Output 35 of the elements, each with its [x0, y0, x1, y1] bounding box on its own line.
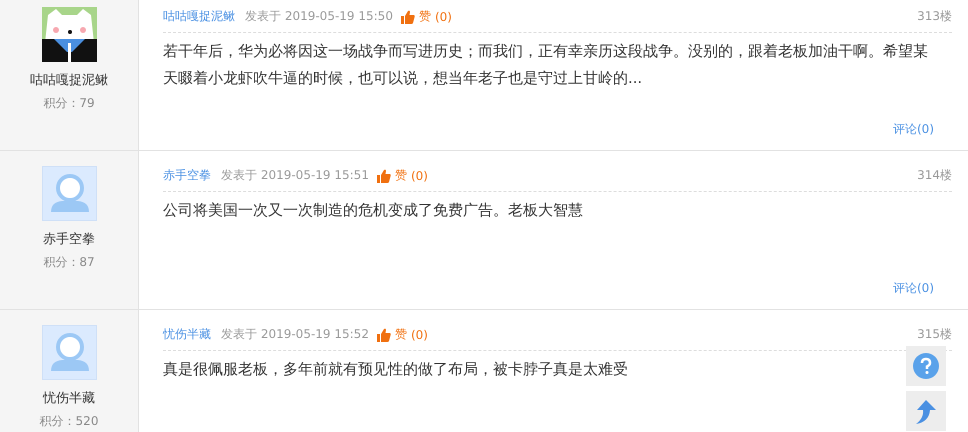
user-points: 积分：87: [43, 254, 95, 271]
thumbs-up-icon[interactable]: [400, 10, 415, 24]
thumbs-up-icon[interactable]: [376, 168, 391, 182]
post-time: 发表于 2019-05-19 15:50: [245, 8, 393, 25]
avatar-icon: [42, 325, 96, 380]
author-link[interactable]: 咕咕嘎捉泥鳅: [163, 8, 235, 25]
help-button[interactable]: [906, 346, 946, 386]
user-points: 积分：79: [43, 95, 95, 112]
like-count: (0): [410, 328, 428, 342]
user-name[interactable]: 赤手空拳: [43, 230, 95, 248]
floor-number: 315楼: [917, 326, 952, 343]
post-time: 发表于 2019-05-19 15:51: [221, 167, 369, 184]
author-link[interactable]: 赤手空拳: [163, 167, 211, 184]
author-link[interactable]: 忧伤半藏: [163, 326, 211, 343]
like-button[interactable]: 赞: [394, 167, 407, 184]
post-text: 公司将美国一次又一次制造的危机变成了免费广告。老板大智慧: [163, 201, 583, 221]
comment-link[interactable]: 评论(0): [893, 280, 934, 297]
floor-number: 313楼: [917, 8, 952, 25]
user-name[interactable]: 咕咕嘎捉泥鳅: [30, 71, 108, 89]
user-points: 积分：520: [40, 413, 98, 430]
like-button[interactable]: 赞: [418, 8, 431, 25]
like-button[interactable]: 赞: [394, 326, 407, 343]
floor-number: 314楼: [917, 167, 952, 184]
post-time: 发表于 2019-05-19 15:52: [221, 326, 369, 343]
like-count: (0): [410, 168, 428, 182]
back-to-top-button[interactable]: [906, 391, 946, 431]
comment-link[interactable]: 评论(0): [893, 121, 934, 138]
post-text: 真是很佩服老板，多年前就有预见性的做了布局，被卡脖子真是太难受: [163, 360, 628, 380]
user-name[interactable]: 忧伤半藏: [43, 389, 95, 407]
avatar-drawing: [42, 7, 96, 62]
avatar-icon: [42, 166, 96, 221]
thumbs-up-icon[interactable]: [376, 328, 391, 342]
help-icon: [913, 353, 939, 379]
like-count: (0): [434, 10, 452, 24]
post-text: 若干年后，华为必将因这一场战争而写进历史；而我们，正有幸亲历这段战争。没别的，跟着老板加油干啊。希望某天啜着小龙虾吹牛逼的时候，也可以说，想当年老子也是守过上甘岭的...: [163, 42, 929, 89]
